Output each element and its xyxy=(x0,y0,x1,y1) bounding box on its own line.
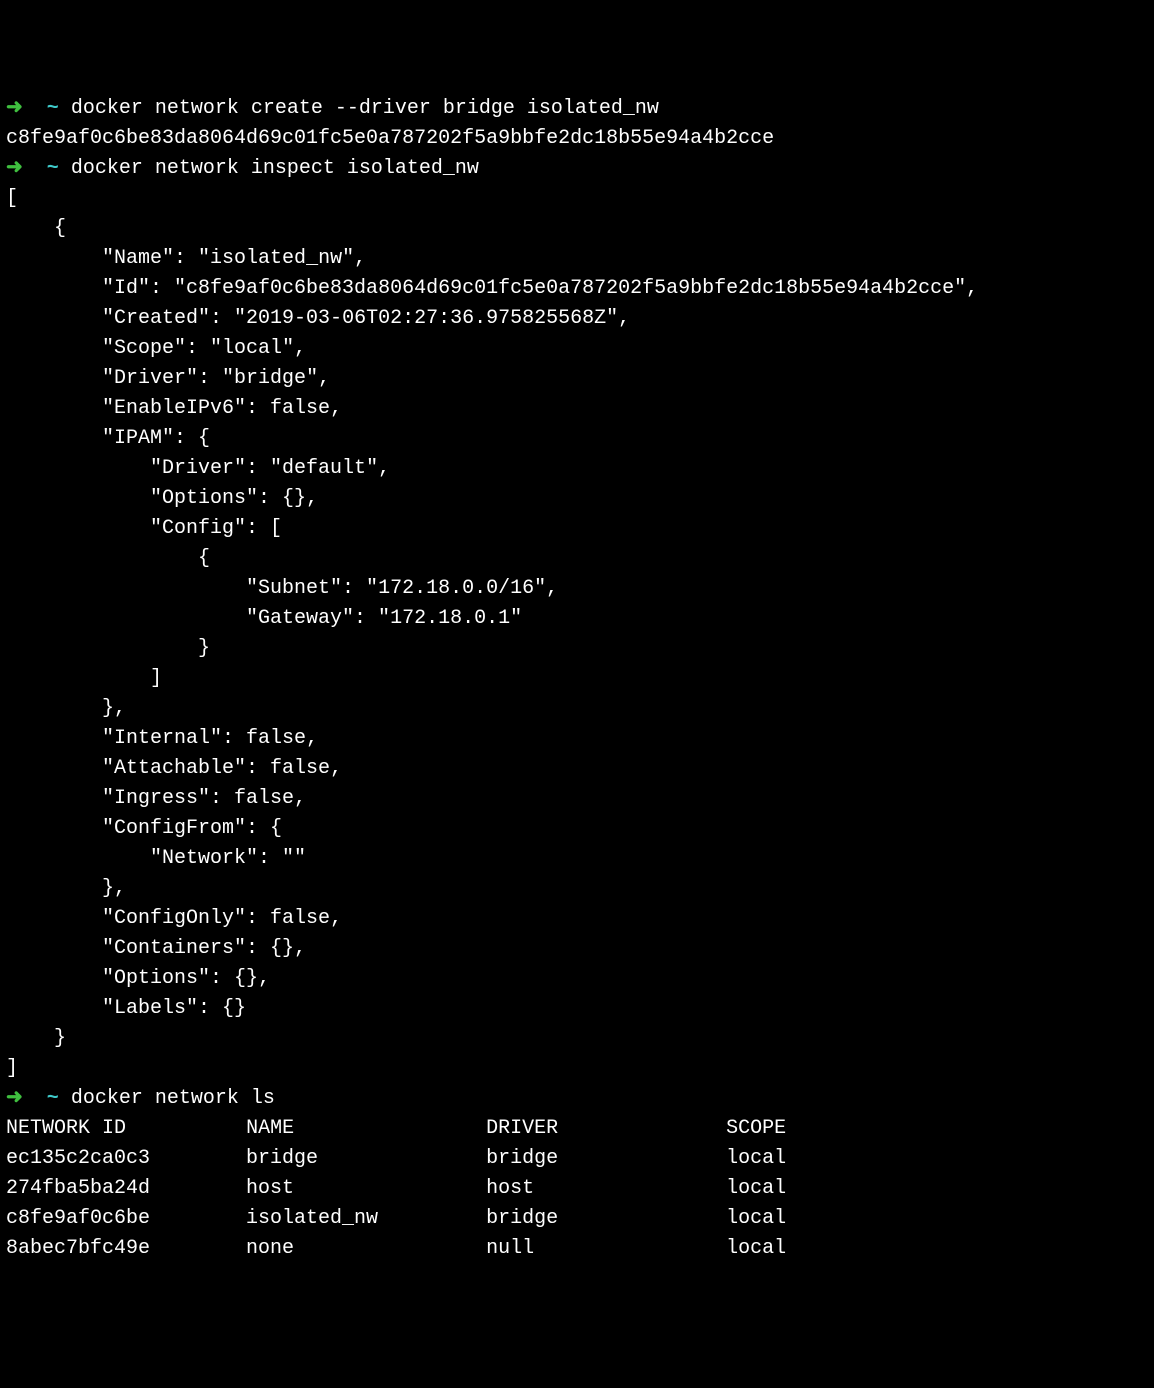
output-line: "ConfigFrom": { xyxy=(6,817,282,840)
output-line: "Scope": "local", xyxy=(6,337,306,360)
output-line: "IPAM": { xyxy=(6,427,210,450)
output-line: "ConfigOnly": false, xyxy=(6,907,342,930)
output-line: } xyxy=(6,637,210,660)
prompt-arrow-icon: ➜ xyxy=(6,97,23,120)
output-line: "Network": "" xyxy=(6,847,306,870)
output-line: "Gateway": "172.18.0.1" xyxy=(6,607,522,630)
prompt-arrow-icon: ➜ xyxy=(6,157,23,180)
output-line: "Created": "2019-03-06T02:27:36.97582556… xyxy=(6,307,630,330)
output-line: "Config": [ xyxy=(6,517,282,540)
table-header: NETWORK ID NAME DRIVER SCOPE xyxy=(6,1117,786,1140)
prompt-tilde: ~ xyxy=(47,97,59,120)
prompt-tilde: ~ xyxy=(47,1087,59,1110)
output-line: ] xyxy=(6,667,162,690)
output-line: } xyxy=(6,1027,66,1050)
output-line: "Labels": {} xyxy=(6,997,246,1020)
output-line: "Subnet": "172.18.0.0/16", xyxy=(6,577,558,600)
terminal-output[interactable]: ➜ ~ docker network create --driver bridg… xyxy=(6,94,1148,1264)
command-line: docker network inspect isolated_nw xyxy=(71,157,479,180)
prompt-arrow-icon: ➜ xyxy=(6,1087,23,1110)
col-driver: DRIVER xyxy=(486,1117,558,1140)
col-name: NAME xyxy=(246,1117,294,1140)
output-line: [ xyxy=(6,187,18,210)
output-line: "Name": "isolated_nw", xyxy=(6,247,366,270)
col-network-id: NETWORK ID xyxy=(6,1117,126,1140)
output-line: "Driver": "default", xyxy=(6,457,390,480)
output-line: "EnableIPv6": false, xyxy=(6,397,342,420)
output-line: "Attachable": false, xyxy=(6,757,342,780)
output-line: "Options": {}, xyxy=(6,967,270,990)
command-line: docker network create --driver bridge is… xyxy=(71,97,659,120)
output-line: }, xyxy=(6,697,126,720)
col-scope: SCOPE xyxy=(726,1117,786,1140)
output-line: "Driver": "bridge", xyxy=(6,367,330,390)
output-line: "Containers": {}, xyxy=(6,937,306,960)
output-line: "Options": {}, xyxy=(6,487,318,510)
output-line: c8fe9af0c6be83da8064d69c01fc5e0a787202f5… xyxy=(6,127,774,150)
output-line: "Ingress": false, xyxy=(6,787,306,810)
output-line: "Internal": false, xyxy=(6,727,318,750)
output-line: }, xyxy=(6,877,126,900)
output-line: { xyxy=(6,217,66,240)
command-line: docker network ls xyxy=(71,1087,275,1110)
output-line: ] xyxy=(6,1057,18,1080)
prompt-tilde: ~ xyxy=(47,157,59,180)
output-line: "Id": "c8fe9af0c6be83da8064d69c01fc5e0a7… xyxy=(6,277,978,300)
table-body: ec135c2ca0c3 bridge bridge local 274fba5… xyxy=(6,1147,786,1260)
output-line: { xyxy=(6,547,210,570)
